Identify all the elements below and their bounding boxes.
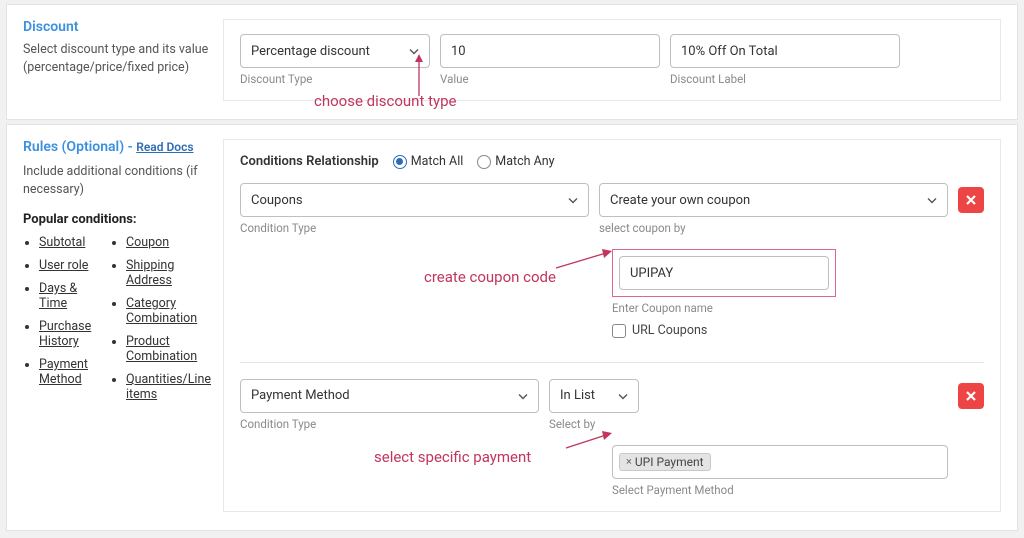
discount-value-input[interactable]: 10 [440, 34, 660, 68]
condition-type-select[interactable]: Coupons [240, 183, 589, 217]
payment-select-label: Select Payment Method [612, 483, 948, 497]
discount-label-value: 10% Off On Total [681, 44, 778, 59]
chevron-down-icon [518, 388, 528, 403]
checkbox-icon [612, 324, 626, 338]
discount-label-input[interactable]: 10% Off On Total [670, 34, 900, 68]
condition-type-label: Condition Type [240, 221, 589, 235]
pop-col-1: Subtotal User role Days & Time Purchase … [23, 235, 92, 410]
match-all-radio[interactable]: Match All [393, 154, 464, 169]
chevron-down-icon [409, 44, 419, 59]
radio-icon [477, 155, 491, 169]
discount-right: Percentage discount Discount Type 10 Val… [223, 19, 1001, 101]
pop-link[interactable]: Category Combination [126, 296, 197, 326]
discount-value-label: Value [440, 72, 660, 86]
pop-link[interactable]: Days & Time [39, 281, 77, 311]
conditions-relationship-row: Conditions Relationship Match All Match … [240, 154, 984, 169]
close-icon [965, 194, 977, 206]
pop-link[interactable]: Shipping Address [126, 258, 174, 288]
discount-desc: Select discount type and its value (perc… [23, 41, 211, 76]
discount-type-value: Percentage discount [251, 44, 370, 59]
condition-type-label: Condition Type [240, 417, 539, 431]
condition-row: Coupons Condition Type Create your own c… [240, 183, 984, 235]
pop-link[interactable]: Quantities/Line items [126, 372, 211, 402]
discount-left: Discount Select discount type and its va… [23, 19, 223, 101]
operator-label: Select by [549, 417, 639, 431]
coupon-sub-row: UPIPAY Enter Coupon name URL Coupons [612, 249, 984, 342]
url-coupons-checkbox[interactable]: URL Coupons [612, 323, 707, 338]
rules-desc: Include additional conditions (if necess… [23, 163, 211, 198]
pop-link[interactable]: User role [39, 258, 88, 273]
chevron-down-icon [927, 193, 937, 208]
match-any-radio[interactable]: Match Any [477, 154, 554, 169]
discount-type-select[interactable]: Percentage discount [240, 34, 430, 68]
coupon-by-select[interactable]: Create your own coupon [599, 183, 948, 217]
payment-sub-row: × UPI Payment Select Payment Method [612, 445, 948, 497]
pop-link[interactable]: Purchase History [39, 319, 91, 349]
arrow-icon [564, 430, 614, 452]
radio-icon [393, 155, 407, 169]
close-icon[interactable]: × [626, 455, 632, 468]
anno-discount-type: choose discount type [314, 92, 456, 110]
coupon-name-label: Enter Coupon name [612, 301, 984, 315]
close-icon [965, 390, 977, 402]
delete-condition-button[interactable] [958, 187, 984, 213]
chevron-down-icon [618, 388, 628, 403]
pop-link[interactable]: Coupon [126, 235, 169, 250]
condition-type-select[interactable]: Payment Method [240, 379, 539, 413]
pop-link[interactable]: Subtotal [39, 235, 85, 250]
rules-right: Conditions Relationship Match All Match … [223, 139, 1001, 512]
divider [240, 362, 984, 363]
discount-value: 10 [451, 44, 466, 59]
rules-panel: Rules (Optional) - Read Docs Include add… [6, 124, 1018, 531]
popular-conditions: Subtotal User role Days & Time Purchase … [23, 235, 211, 410]
payment-method-input[interactable]: × UPI Payment [612, 445, 948, 479]
payment-tag[interactable]: × UPI Payment [619, 453, 711, 471]
operator-select[interactable]: In List [549, 379, 639, 413]
pop-link[interactable]: Payment Method [39, 357, 88, 387]
rules-title: Rules (Optional) - Read Docs [23, 139, 194, 155]
chevron-down-icon [568, 193, 578, 208]
anno-payment: select specific payment [374, 448, 531, 466]
coupon-name-input[interactable]: UPIPAY [619, 256, 829, 290]
pop-col-2: Coupon Shipping Address Category Combina… [110, 235, 211, 410]
discount-title: Discount [23, 19, 211, 35]
popular-conditions-head: Popular conditions: [23, 212, 211, 227]
cond-rel-label: Conditions Relationship [240, 154, 379, 169]
discount-panel: Discount Select discount type and its va… [6, 4, 1018, 120]
delete-condition-button[interactable] [958, 383, 984, 409]
read-docs-link[interactable]: Read Docs [136, 140, 193, 154]
coupon-box: UPIPAY [612, 249, 836, 297]
anno-coupon: create coupon code [424, 268, 556, 286]
coupon-by-label: select coupon by [599, 221, 948, 235]
discount-label-label: Discount Label [670, 72, 900, 86]
discount-type-label: Discount Type [240, 72, 430, 86]
pop-link[interactable]: Product Combination [126, 334, 197, 364]
condition-row: Payment Method Condition Type In List Se… [240, 379, 984, 431]
rules-left: Rules (Optional) - Read Docs Include add… [23, 139, 223, 512]
arrow-icon [554, 248, 614, 272]
